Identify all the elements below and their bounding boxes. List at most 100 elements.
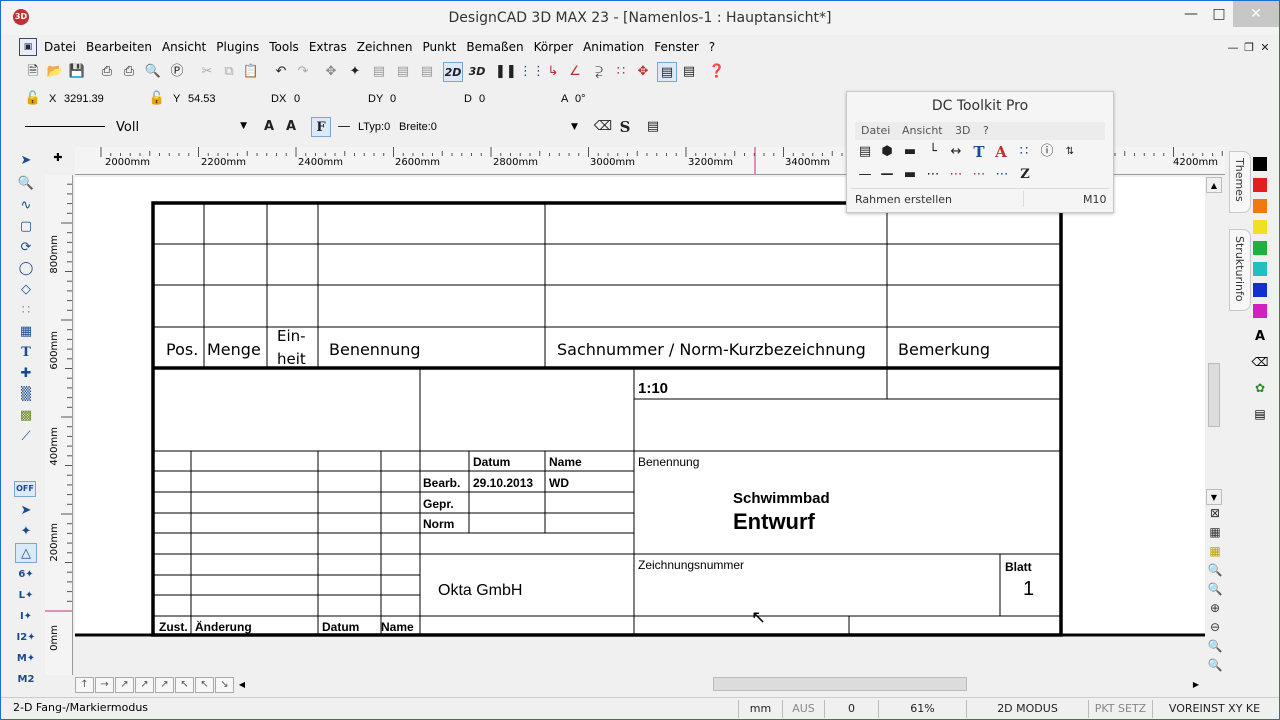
dctk-z-icon[interactable]: Z (1015, 165, 1035, 185)
snap-off-button[interactable]: OFF (14, 481, 36, 497)
menu-datei[interactable]: Datei (39, 37, 81, 57)
lock-y-icon[interactable]: 🔓 (147, 89, 167, 109)
menu-fenster[interactable]: Fenster (649, 37, 704, 57)
layer-3-icon[interactable]: ▤ (417, 62, 437, 82)
dctk-frame-icon[interactable]: ▤ (855, 142, 875, 162)
tab-strukturinfo[interactable]: Strukturinfo (1229, 229, 1251, 311)
document-icon[interactable]: ▣ (19, 38, 37, 56)
dctk-line-red-dash-icon[interactable]: ⋯ (969, 165, 989, 185)
dctk-line-medium-icon[interactable]: — (877, 165, 897, 185)
snap-m-icon[interactable]: M✦ (15, 649, 37, 669)
window-layout-icon[interactable]: ▤ (679, 62, 699, 82)
save-icon[interactable]: 💾 (67, 62, 87, 82)
redo-icon[interactable]: ↷ (293, 62, 313, 82)
dctk-line-thin-icon[interactable]: — (855, 165, 875, 185)
eraser-icon[interactable]: ⌫ (593, 117, 613, 137)
points-icon[interactable]: ∷ (611, 62, 631, 82)
move-icon[interactable]: ✥ (321, 62, 341, 82)
print-preview-icon[interactable]: 🔍 (143, 62, 163, 82)
scroll-up-button[interactable]: ▲ (1206, 177, 1222, 193)
text-style-icon[interactable]: A (281, 117, 301, 137)
dctk-line-dashed-icon[interactable]: ⋯ (923, 165, 943, 185)
grid-icon[interactable]: ▦ (1207, 524, 1223, 540)
palette-icon[interactable]: ✿ (1251, 381, 1269, 397)
zoom-window-icon[interactable]: 🔍 (1207, 562, 1223, 578)
dctk-menu-3d[interactable]: 3D (955, 124, 970, 137)
status-2d-modus[interactable]: 2D MODUS (966, 700, 1088, 718)
scroll-right-button[interactable]: ▶ (1189, 677, 1203, 693)
polyline-icon[interactable]: ∿ (15, 196, 37, 216)
ortho-icon[interactable]: ↳ (543, 62, 563, 82)
new-file-icon[interactable]: 🗎 (23, 62, 43, 82)
snap-i-icon[interactable]: I✦ (15, 607, 37, 627)
frame-icon[interactable]: ▤ (657, 62, 677, 82)
pattern-icon[interactable]: ∷ (15, 301, 37, 321)
close-button[interactable]: ✕ (1233, 1, 1279, 27)
nav-up-icon[interactable]: ↑ (75, 677, 94, 693)
menu-animation[interactable]: Animation (578, 37, 649, 57)
snap-6-icon[interactable]: 6✦ (15, 565, 37, 585)
point-tool-icon[interactable]: ✚ (15, 364, 37, 384)
eraser-side-icon[interactable]: ⌫ (1251, 355, 1269, 371)
lock-x-icon[interactable]: 🔓 (23, 89, 43, 109)
scroll-left-button[interactable]: ◀ (235, 677, 249, 693)
line-tool-icon[interactable]: ⟋ (15, 427, 37, 447)
vertical-scroll-thumb[interactable] (1208, 363, 1220, 427)
cube-icon[interactable]: ▢ (15, 217, 37, 237)
dctk-dimension-icon[interactable]: ↔ (946, 142, 966, 162)
x-value[interactable]: 3291.39 (64, 93, 104, 105)
status-unit[interactable]: mm (738, 700, 782, 718)
dctk-attribute-icon[interactable]: A (991, 142, 1011, 162)
layer-side-icon[interactable]: ▤ (1251, 407, 1269, 423)
font-button[interactable]: F (311, 117, 331, 137)
symbol-s-icon[interactable]: S (615, 117, 635, 137)
color-swatch-black[interactable] (1253, 157, 1267, 171)
nav-right-icon[interactable]: → (95, 677, 114, 693)
select-points-icon[interactable]: ✥ (633, 62, 653, 82)
snap-l-icon[interactable]: L✦ (15, 586, 37, 606)
status-zoom[interactable]: 61% (878, 700, 966, 718)
menu-punkt[interactable]: Punkt (417, 37, 461, 57)
breite-chevron-icon[interactable]: ▼ (571, 122, 578, 132)
hatch-icon[interactable]: ▒ (15, 385, 37, 405)
doc-close-button[interactable]: ✕ (1255, 38, 1275, 58)
open-folder-icon[interactable]: 📂 (45, 62, 65, 82)
snap-point-icon[interactable]: ✦ (15, 522, 37, 542)
dctk-corner-icon[interactable]: └ (923, 142, 943, 162)
circle-icon[interactable]: ◯ (15, 259, 37, 279)
menu-tools[interactable]: Tools (264, 37, 304, 57)
menu-bemassen[interactable]: Bemaßen (461, 37, 528, 57)
shape-icon[interactable]: ◇ (15, 280, 37, 300)
tab-themes[interactable]: Themes (1229, 151, 1251, 213)
menu-help[interactable]: ? (704, 37, 720, 57)
y-value[interactable]: 54.53 (188, 93, 216, 105)
line-style-dropdown[interactable]: Voll ▼ (111, 119, 249, 137)
color-swatch-cyan[interactable] (1253, 262, 1267, 276)
dx-value[interactable]: 0 (294, 93, 300, 105)
zoom-out-icon[interactable]: ⊖ (1207, 619, 1223, 635)
color-swatch-green[interactable] (1253, 241, 1267, 255)
tangent-icon[interactable]: ⥻ (589, 62, 609, 82)
mode-3d-button[interactable]: 3D (467, 62, 487, 82)
print-setup-icon[interactable]: ⎙ (119, 62, 139, 82)
snap-i2-icon[interactable]: I2✦ (15, 628, 37, 648)
dctk-points-icon[interactable]: ∷ (1014, 142, 1034, 162)
nav-diag-up-right-2-icon[interactable]: ↗ (135, 677, 154, 693)
paste-icon[interactable]: 📋 (241, 62, 261, 82)
dctk-menu-ansicht[interactable]: Ansicht (902, 124, 943, 137)
dctk-menu-datei[interactable]: Datei (861, 124, 890, 137)
undo-icon[interactable]: ↶ (271, 62, 291, 82)
nav-diag-up-right-icon[interactable]: ↗ (115, 677, 134, 693)
zoom-icon[interactable]: 🔍 (15, 174, 37, 194)
drawing-canvas[interactable]: Pos. Menge Ein- heit Benennung Sachnumme… (75, 177, 1205, 637)
scroll-down-button[interactable]: ▼ (1206, 489, 1222, 505)
zoom-previous-icon[interactable]: 🔍 (1207, 638, 1223, 654)
nav-diag-up-right-3-icon[interactable]: ↗ (155, 677, 174, 693)
zoom-extents-icon[interactable]: ⊠ (1207, 505, 1223, 521)
nav-diag-up-left-icon[interactable]: ↖ (175, 677, 194, 693)
menu-zeichnen[interactable]: Zeichnen (352, 37, 418, 57)
grid-points-icon[interactable]: ⋮⋮ (519, 62, 545, 82)
menu-extras[interactable]: Extras (304, 37, 352, 57)
menu-plugins[interactable]: Plugins (211, 37, 264, 57)
cut-icon[interactable]: ✂ (197, 62, 217, 82)
